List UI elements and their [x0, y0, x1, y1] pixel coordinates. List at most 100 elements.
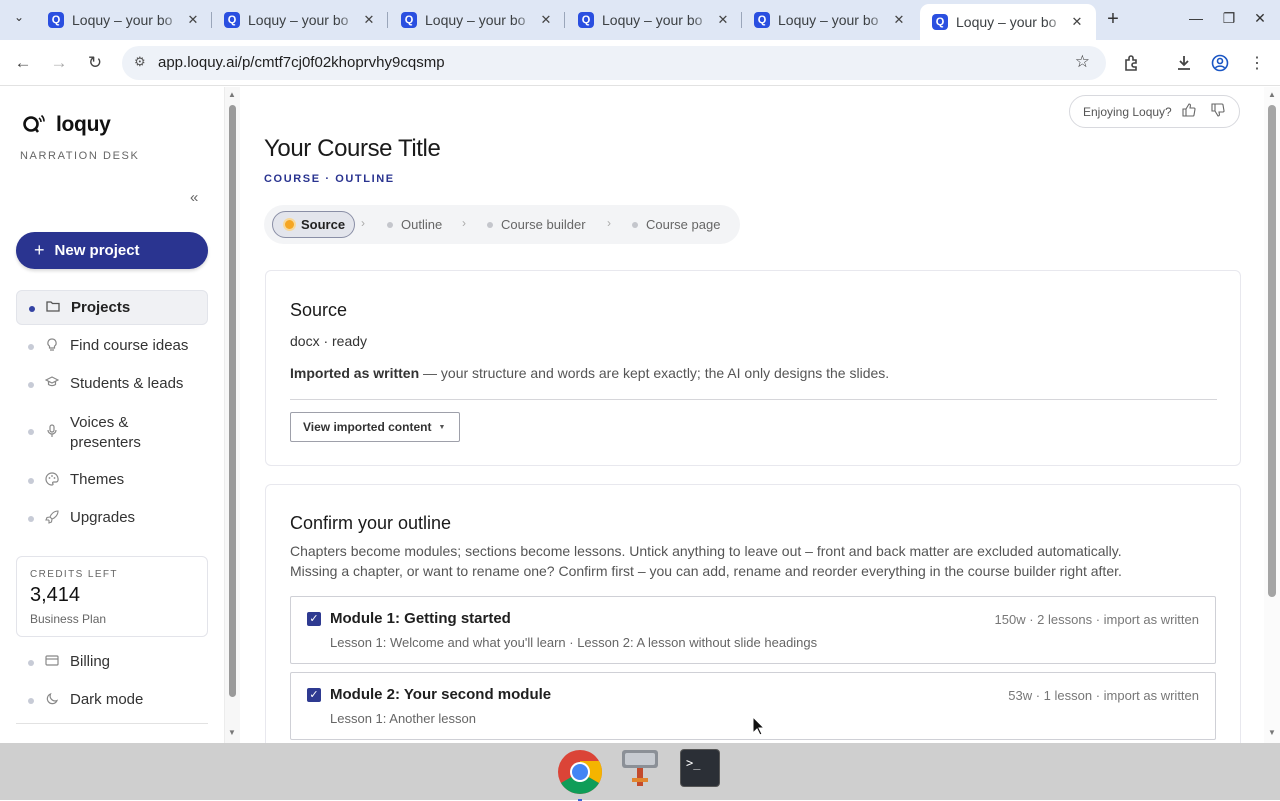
address-bar[interactable]: ⚙ app.loquy.ai/p/cmtf7cj0f02khoprvhy9cqs…: [122, 46, 1106, 80]
step-source[interactable]: Source: [272, 211, 355, 238]
close-icon[interactable]: ✕: [1068, 14, 1086, 30]
collapse-sidebar-icon[interactable]: «: [190, 189, 198, 206]
new-project-button[interactable]: + New project: [16, 232, 208, 269]
download-icon[interactable]: [1172, 51, 1196, 75]
tab-title: Loquy – your bo: [602, 12, 703, 28]
nav-dot: [28, 344, 34, 350]
note-text: — your structure and words are kept exac…: [419, 365, 890, 381]
browser-tab[interactable]: Q Loquy – your bo ✕: [742, 0, 918, 40]
chevron-right-icon: ›: [462, 216, 466, 230]
chrome-app-icon[interactable]: [556, 748, 604, 801]
button-label: View imported content: [303, 420, 432, 434]
tab-search-button[interactable]: ⌄: [8, 10, 30, 30]
nav-dot: [28, 660, 34, 666]
system-tool-app-icon[interactable]: [620, 748, 660, 790]
feedback-label: Enjoying Loquy?: [1083, 104, 1172, 119]
sidebar-item-label: Upgrades: [70, 509, 136, 526]
new-project-label: New project: [54, 242, 140, 259]
terminal-app-icon[interactable]: >_: [680, 749, 720, 787]
sidebar-item-billing[interactable]: Billing: [16, 653, 208, 670]
page-subtitle: COURSE · OUTLINE: [264, 173, 395, 185]
os-taskbar: >_: [0, 743, 1280, 801]
sidebar-item-upgrades[interactable]: Upgrades: [16, 509, 208, 527]
sidebar-item-voices-presenters[interactable]: Voices & presenters: [16, 413, 208, 453]
browser-tab[interactable]: Q Loquy – your bo ✕: [36, 0, 212, 40]
loquy-favicon: Q: [224, 12, 240, 28]
close-icon[interactable]: ✕: [714, 12, 732, 28]
step-label: Outline: [401, 217, 443, 232]
feedback-pill[interactable]: Enjoying Loquy?: [1069, 95, 1240, 128]
credits-value: 3,414: [30, 584, 81, 606]
nav-dot: [28, 478, 34, 484]
chevron-right-icon: ›: [361, 216, 365, 230]
close-icon[interactable]: ✕: [537, 12, 555, 28]
scroll-up-arrow-icon[interactable]: ▲: [228, 90, 236, 99]
sidebar-item-label: Voices & presenters: [70, 414, 141, 451]
sidebar-item-label: Find course ideas: [70, 337, 189, 354]
bookmark-star-icon[interactable]: ☆: [1075, 52, 1090, 72]
reload-icon[interactable]: ↻: [83, 51, 107, 75]
sidebar-tagline: NARRATION DESK: [20, 150, 140, 162]
sidebar-item-themes[interactable]: Themes: [16, 471, 208, 489]
mouse-cursor-icon: [752, 716, 766, 736]
module-checkbox[interactable]: ✓: [307, 688, 321, 702]
browser-tab-active[interactable]: Q Loquy – your bo ✕: [920, 4, 1096, 40]
main-scrollbar[interactable]: ▲ ▼: [1264, 87, 1280, 743]
tab-title: Loquy – your bo: [778, 12, 879, 28]
forward-icon[interactable]: →: [47, 51, 71, 75]
profile-icon[interactable]: [1208, 51, 1232, 75]
credits-card: CREDITS LEFT 3,414 Business Plan: [16, 556, 208, 637]
menu-kebab-icon[interactable]: ⋮: [1245, 51, 1269, 75]
browser-tab[interactable]: Q Loquy – your bo ✕: [566, 0, 742, 40]
back-icon[interactable]: ←: [11, 51, 35, 75]
sidebar-item-find-course-ideas[interactable]: Find course ideas: [16, 337, 208, 355]
lightbulb-icon: [44, 338, 60, 355]
module-row[interactable]: ✓ Module 1: Getting started 150w · 2 les…: [290, 596, 1216, 664]
step-status-dot: [487, 221, 493, 228]
scroll-down-arrow-icon[interactable]: ▼: [1268, 728, 1276, 737]
site-info-icon[interactable]: ⚙: [134, 54, 146, 70]
scrollbar-thumb[interactable]: [1268, 105, 1276, 597]
palette-icon: [44, 472, 60, 489]
new-tab-icon[interactable]: +: [1102, 8, 1124, 31]
thumbs-up-icon[interactable]: [1182, 103, 1196, 120]
tab-title: Loquy – your bo: [248, 12, 349, 28]
scrollbar-thumb[interactable]: [229, 105, 236, 697]
graduation-cap-icon: [44, 376, 60, 391]
extensions-icon[interactable]: [1120, 51, 1144, 75]
window-close-icon[interactable]: ✕: [1250, 10, 1270, 27]
step-course-page[interactable]: Course page: [632, 217, 720, 232]
close-icon[interactable]: ✕: [890, 12, 908, 28]
logo-text: loquy: [56, 113, 111, 136]
scroll-down-arrow-icon[interactable]: ▼: [228, 728, 236, 737]
sidebar-scrollbar[interactable]: ▲ ▼: [224, 87, 240, 743]
moon-icon: [44, 692, 60, 708]
thumbs-down-icon[interactable]: [1211, 103, 1225, 120]
browser-tab[interactable]: Q Loquy – your bo ✕: [212, 0, 388, 40]
sidebar-item-label: Themes: [70, 471, 125, 488]
tab-title: Loquy – your bo: [72, 12, 173, 28]
browser-toolbar: ← → ↻ ⚙ app.loquy.ai/p/cmtf7cj0f02khoprv…: [0, 40, 1280, 86]
microphone-icon: [44, 424, 60, 444]
view-imported-content-button[interactable]: View imported content ▼: [290, 412, 460, 442]
logo[interactable]: loquy: [22, 113, 111, 137]
outline-heading: Confirm your outline: [290, 513, 452, 533]
module-stats: 150w · 2 lessons · import as written: [994, 612, 1199, 627]
module-checkbox[interactable]: ✓: [307, 612, 321, 626]
maximize-icon[interactable]: ❐: [1219, 10, 1239, 27]
module-title: Module 2: Your second module: [330, 686, 552, 703]
page-title: Your Course Title: [264, 135, 441, 162]
sidebar-item-projects[interactable]: Projects: [16, 290, 208, 325]
sidebar-item-dark-mode[interactable]: Dark mode: [16, 691, 208, 708]
loquy-favicon: Q: [401, 12, 417, 28]
minimize-icon[interactable]: —: [1186, 10, 1206, 26]
loquy-favicon: Q: [48, 12, 64, 28]
step-outline[interactable]: Outline: [387, 217, 442, 232]
scroll-up-arrow-icon[interactable]: ▲: [1268, 90, 1276, 99]
nav-dot: [29, 306, 35, 312]
close-icon[interactable]: ✕: [360, 12, 378, 28]
step-course-builder[interactable]: Course builder: [487, 217, 586, 232]
sidebar-item-students-leads[interactable]: Students & leads: [16, 375, 208, 392]
browser-tab[interactable]: Q Loquy – your bo ✕: [389, 0, 565, 40]
close-icon[interactable]: ✕: [184, 12, 202, 28]
